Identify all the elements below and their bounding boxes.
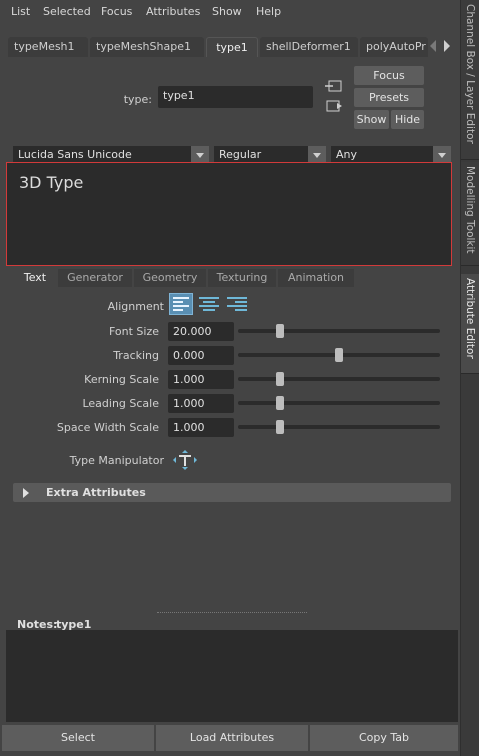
presets-button[interactable]: Presets: [354, 88, 424, 107]
tab-channel-box[interactable]: Channel Box / Layer Editor: [461, 0, 479, 160]
kerning-scale-slider-handle[interactable]: [276, 372, 285, 386]
leading-scale-slider-handle[interactable]: [276, 396, 285, 410]
font-family-value: Lucida Sans Unicode: [18, 148, 132, 161]
output-connections-icon[interactable]: [325, 99, 343, 113]
type-text-input[interactable]: 3D Type: [6, 162, 452, 266]
tab-modelling-toolkit-label: Modelling Toolkit: [464, 166, 476, 254]
tab-scroll-right-icon[interactable]: [444, 40, 450, 52]
kerning-scale-field[interactable]: 1.000: [168, 370, 234, 389]
writing-system-value: Any: [336, 148, 358, 161]
menu-help[interactable]: Help: [256, 5, 281, 18]
type-manipulator-icon[interactable]: [172, 449, 198, 471]
node-tab-polyautopr[interactable]: polyAutoPr: [360, 37, 428, 57]
kerning-scale-slider[interactable]: [238, 377, 440, 381]
node-tab-typemesh1[interactable]: typeMesh1: [8, 37, 88, 57]
notes-textarea[interactable]: [6, 630, 458, 722]
menu-show[interactable]: Show: [212, 5, 242, 18]
type-label: type:: [123, 93, 152, 106]
menu-focus[interactable]: Focus: [101, 5, 132, 18]
tracking-label: Tracking: [113, 349, 159, 362]
type-manipulator-label: Type Manipulator: [69, 454, 164, 467]
hide-button[interactable]: Hide: [391, 110, 424, 129]
menu-attributes[interactable]: Attributes: [146, 5, 200, 18]
align-left-icon: [173, 297, 189, 311]
space-width-scale-label: Space Width Scale: [56, 421, 159, 434]
leading-scale-slider[interactable]: [238, 401, 440, 405]
node-tabs: typeMesh1 typeMeshShape1 type1 shellDefo…: [8, 37, 428, 57]
tab-modelling-toolkit[interactable]: Modelling Toolkit: [461, 162, 479, 266]
align-center-button[interactable]: [197, 293, 221, 315]
align-center-icon: [199, 297, 219, 311]
align-right-icon: [227, 297, 247, 311]
extra-attributes-section[interactable]: Extra Attributes: [13, 483, 451, 502]
tab-scroll-left-icon[interactable]: [430, 40, 436, 52]
space-width-scale-slider[interactable]: [238, 425, 440, 429]
space-width-scale-field[interactable]: 1.000: [168, 418, 234, 437]
tab-text[interactable]: Text: [14, 269, 56, 287]
input-connections-icon[interactable]: [325, 79, 343, 93]
font-size-field[interactable]: 20.000: [168, 322, 234, 341]
side-tab-strip: Channel Box / Layer Editor Modelling Too…: [460, 0, 479, 756]
font-size-slider[interactable]: [238, 329, 440, 333]
leading-scale-field[interactable]: 1.000: [168, 394, 234, 413]
copy-tab-button[interactable]: Copy Tab: [310, 725, 458, 751]
space-width-scale-slider-handle[interactable]: [276, 420, 285, 434]
leading-scale-label: Leading Scale: [82, 397, 159, 410]
tab-geometry[interactable]: Geometry: [134, 269, 206, 287]
alignment-label: Alignment: [107, 300, 164, 313]
tab-animation[interactable]: Animation: [278, 269, 354, 287]
node-tab-type1[interactable]: type1: [206, 37, 258, 57]
menu-list[interactable]: List: [11, 5, 30, 18]
select-button[interactable]: Select: [2, 725, 154, 751]
tab-generator[interactable]: Generator: [58, 269, 132, 287]
tab-texturing[interactable]: Texturing: [208, 269, 276, 287]
panel-divider-handle[interactable]: [157, 612, 307, 613]
font-size-slider-handle[interactable]: [276, 324, 285, 338]
align-left-button[interactable]: [169, 293, 193, 315]
load-attributes-button[interactable]: Load Attributes: [156, 725, 308, 751]
tab-channel-box-label: Channel Box / Layer Editor: [464, 4, 476, 144]
align-right-button[interactable]: [225, 293, 249, 315]
tracking-field[interactable]: 0.000: [168, 346, 234, 365]
show-button[interactable]: Show: [354, 110, 389, 129]
kerning-scale-label: Kerning Scale: [84, 373, 159, 386]
chevron-right-icon: [23, 488, 29, 498]
node-tab-shelldeformer1[interactable]: shellDeformer1: [260, 37, 358, 57]
menu-selected[interactable]: Selected: [43, 5, 91, 18]
type-name-field[interactable]: type1: [158, 86, 313, 108]
focus-button[interactable]: Focus: [354, 66, 424, 85]
node-tab-typemeshshape1[interactable]: typeMeshShape1: [90, 37, 204, 57]
font-style-value: Regular: [219, 148, 262, 161]
tab-attribute-editor-label: Attribute Editor: [464, 278, 476, 359]
font-size-label: Font Size: [108, 325, 159, 338]
tab-attribute-editor[interactable]: Attribute Editor: [461, 274, 479, 374]
menu-bar: List Selected Focus Attributes Show Help: [0, 0, 460, 24]
extra-attributes-label: Extra Attributes: [46, 486, 146, 499]
tracking-slider-handle[interactable]: [335, 348, 343, 362]
